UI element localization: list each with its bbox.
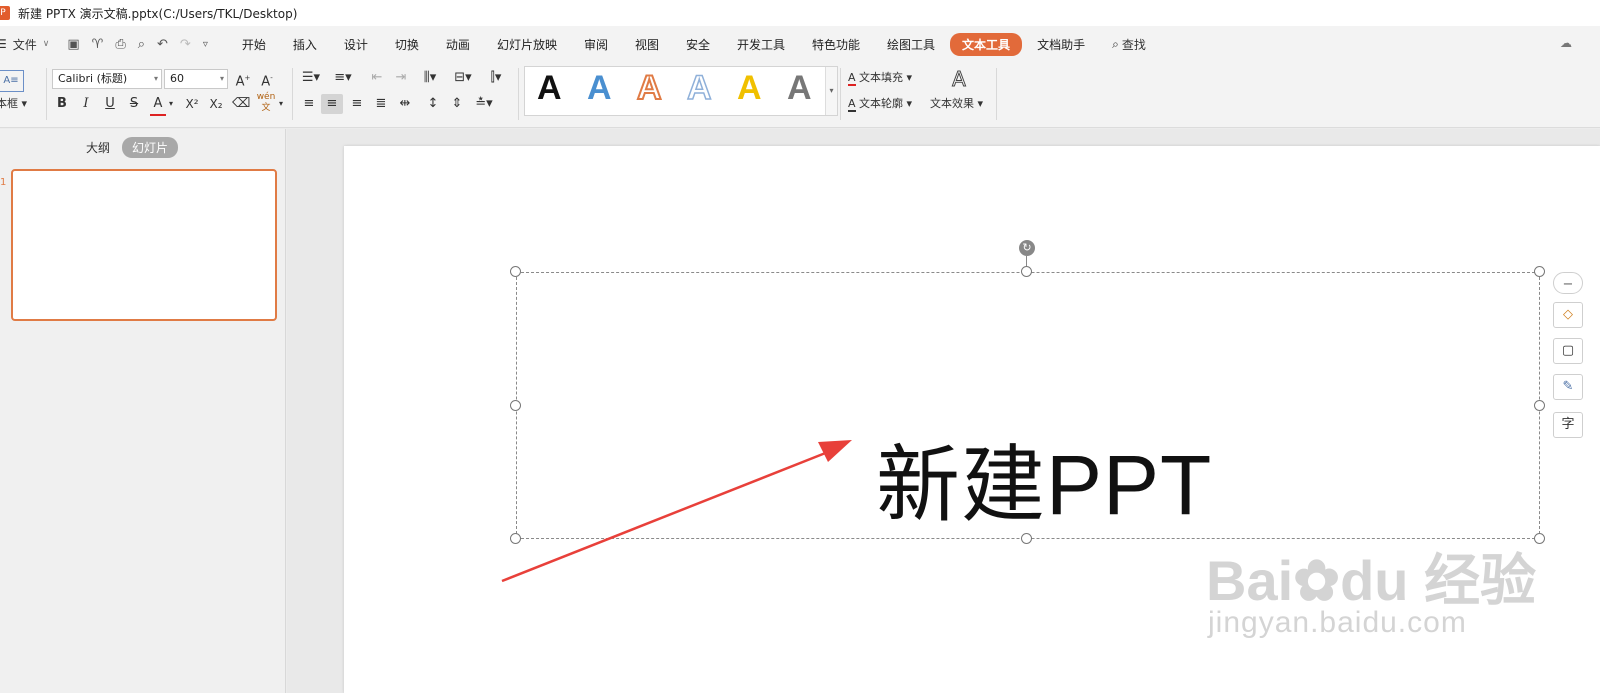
watermark-du: du [1340,549,1409,612]
watermark-brand: Bai✿du 经验 [1206,536,1536,617]
watermark-url: jingyan.baidu.com [1208,606,1467,639]
shape-fill-icon[interactable]: ◇ [1553,302,1583,328]
watermark-bai: Bai [1206,549,1294,612]
pen-icon[interactable]: ✎ [1553,374,1583,400]
shape-outline-icon[interactable]: ▢ [1553,338,1583,364]
paw-icon: ✿ [1293,549,1341,612]
font-tool-button[interactable]: 字 [1553,412,1583,438]
watermark-jingyan: 经验 [1424,549,1537,612]
collapse-icon[interactable]: − [1553,272,1583,294]
